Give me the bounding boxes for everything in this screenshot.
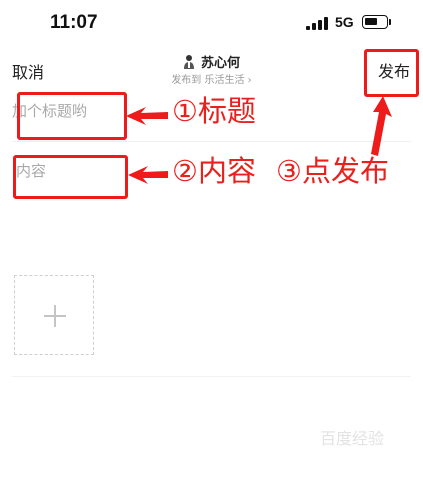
annotation-step-3: ③点发布 <box>276 154 389 188</box>
annotation-arrows <box>126 96 392 184</box>
arrow-to-content <box>128 166 168 184</box>
watermark: 百度经验 <box>320 429 385 448</box>
arrow-to-publish <box>371 96 392 156</box>
annotation-step-2: ②内容 <box>172 154 256 188</box>
arrow-to-title <box>126 107 168 125</box>
annotation-step-1: ①标题 <box>172 94 256 128</box>
